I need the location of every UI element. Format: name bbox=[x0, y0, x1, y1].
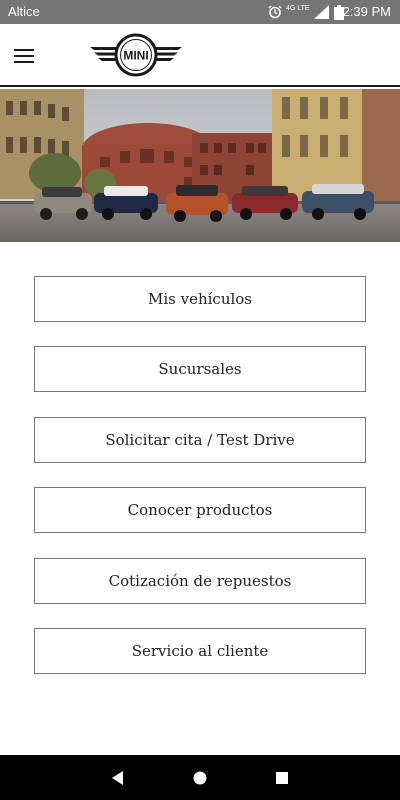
logo-text: MINI bbox=[123, 49, 148, 63]
alarm-icon bbox=[268, 5, 282, 19]
recent-apps-icon[interactable] bbox=[272, 768, 292, 788]
back-icon[interactable] bbox=[108, 768, 128, 788]
status-icons: 4G LTE bbox=[268, 3, 344, 21]
signal-icon bbox=[313, 5, 329, 19]
navigation-bar bbox=[0, 755, 400, 800]
main-menu: Mis vehículos Sucursales Solicitar cita … bbox=[34, 276, 366, 698]
hamburger-menu-icon bbox=[14, 49, 34, 51]
app-header: MINI bbox=[0, 24, 400, 87]
menu-item-sucursales[interactable]: Sucursales bbox=[34, 346, 366, 393]
carrier-name: Altice bbox=[8, 4, 40, 19]
menu-item-mis-vehiculos[interactable]: Mis vehículos bbox=[34, 276, 366, 322]
home-icon[interactable] bbox=[190, 768, 210, 788]
status-bar: Altice 4G LTE 12:39 PM bbox=[0, 0, 400, 24]
hero-image bbox=[0, 89, 400, 242]
menu-item-conocer-productos[interactable]: Conocer productos bbox=[34, 487, 366, 534]
menu-item-servicio-cliente[interactable]: Servicio al cliente bbox=[34, 627, 366, 674]
clock: 12:39 PM bbox=[335, 4, 391, 19]
menu-item-solicitar-cita[interactable]: Solicitar cita / Test Drive bbox=[34, 416, 366, 463]
menu-item-cotizacion-repuestos[interactable]: Cotización de repuestos bbox=[34, 557, 366, 604]
mini-logo: MINI bbox=[90, 33, 182, 77]
network-type: 4G LTE bbox=[286, 4, 310, 12]
hamburger-menu-button[interactable] bbox=[10, 44, 38, 68]
